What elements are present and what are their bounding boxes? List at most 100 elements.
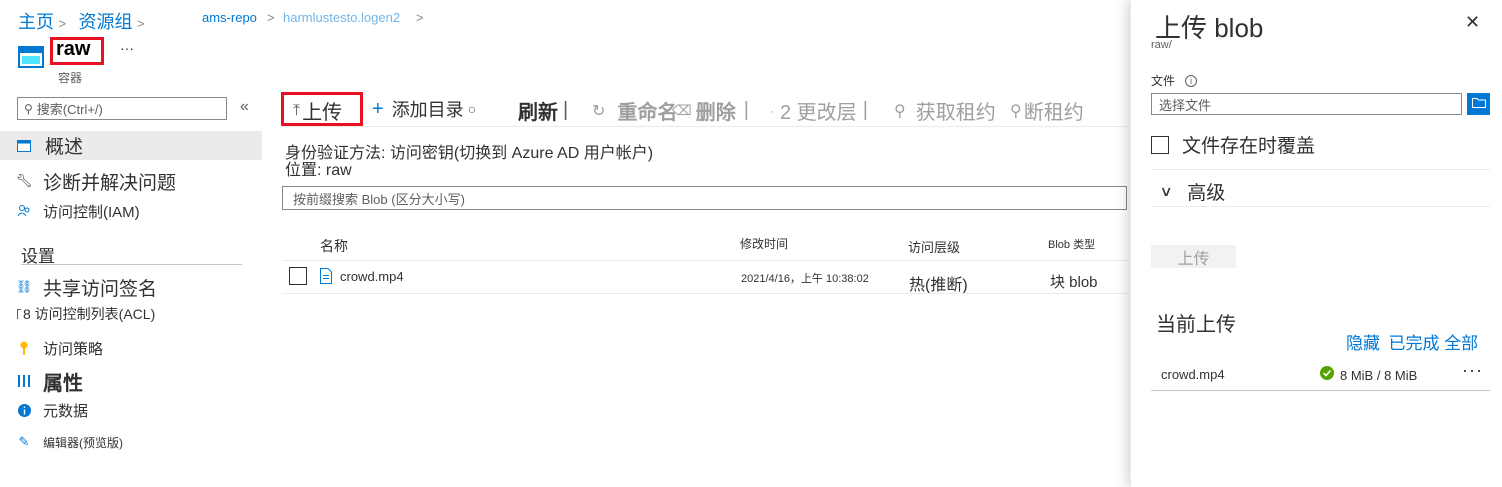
sidebar-search-placeholder: 搜索(Ctrl+/) bbox=[36, 102, 103, 117]
table-row[interactable]: crowd.mp4 2021/4/16，上午 10:38:02 热(推断) 块 … bbox=[282, 261, 1128, 294]
circle-icon: ○ bbox=[467, 101, 477, 117]
close-icon[interactable]: ✕ bbox=[1465, 12, 1480, 33]
info-icon bbox=[17, 403, 31, 417]
overwrite-checkbox[interactable] bbox=[1151, 135, 1169, 154]
sidebar-item-label: 概述 bbox=[45, 137, 84, 158]
change-tier-label: 2 更改层 bbox=[780, 102, 857, 124]
file-icon bbox=[320, 268, 332, 289]
sidebar-item-label: 元数据 bbox=[43, 402, 89, 420]
upload-blob-panel: 上传 blob ✕ raw/ 文件 i 选择文件 文件存在时覆盖 ∨ 高级 上传… bbox=[1130, 0, 1502, 487]
upload-submit-label: 上传 bbox=[1177, 250, 1210, 268]
upload-button[interactable]: ⤒ 上传 bbox=[293, 96, 342, 125]
link-icon: ⛓︎ bbox=[15, 279, 33, 294]
check-circle-icon bbox=[1320, 366, 1334, 385]
refresh-label: 刷新 bbox=[518, 102, 558, 124]
file-select-input[interactable]: 选择文件 bbox=[1151, 93, 1462, 115]
info-icon[interactable]: i bbox=[1185, 74, 1198, 87]
plus-icon: + bbox=[372, 97, 384, 120]
overwrite-checkbox-row[interactable]: 文件存在时覆盖 bbox=[1151, 131, 1315, 158]
sidebar-item-acl[interactable]: 8 访问控制列表(ACL) bbox=[17, 304, 155, 324]
sidebar-item-iam[interactable]: 访问控制(IAM) bbox=[17, 200, 140, 222]
file-select-placeholder: 选择文件 bbox=[1159, 97, 1212, 113]
rename-label: 重命名 bbox=[617, 102, 678, 124]
panel-divider bbox=[1151, 390, 1490, 391]
modified-time: 2021/4/16，上午 10:38:02 bbox=[741, 273, 869, 285]
breadcrumb-resource-group[interactable]: 资源组 bbox=[79, 12, 133, 32]
page-title: raw bbox=[56, 38, 91, 60]
breadcrumb-account[interactable]: harmlustesto.logen2 bbox=[283, 10, 400, 25]
delete-icon: ⌫ bbox=[672, 102, 692, 118]
add-directory-button[interactable]: + 添加目录 ○ bbox=[372, 96, 476, 122]
acl-icon bbox=[17, 309, 21, 319]
sidebar-item-properties[interactable]: 属性 bbox=[17, 368, 83, 395]
breadcrumb-separator: > bbox=[136, 16, 145, 31]
people-icon bbox=[17, 204, 31, 218]
column-header-modified[interactable]: 修改时间 bbox=[740, 235, 788, 252]
acquire-lease-button[interactable]: ⚲ 获取租约 bbox=[894, 96, 996, 125]
breadcrumb-separator: > bbox=[416, 10, 424, 25]
table-row-divider bbox=[282, 293, 1128, 294]
overwrite-label: 文件存在时覆盖 bbox=[1182, 136, 1316, 157]
advanced-label: 高级 bbox=[1187, 183, 1226, 204]
advanced-toggle[interactable]: ∨ 高级 bbox=[1159, 178, 1226, 205]
collapse-sidebar-button[interactable]: « bbox=[240, 98, 249, 116]
upload-item-status: 8 MiB / 8 MiB bbox=[1320, 366, 1417, 385]
sidebar-item-access-policy[interactable]: 访问策略 bbox=[17, 337, 103, 359]
file-name-link[interactable]: crowd.mp4 bbox=[340, 269, 404, 284]
upload-actions: 隐藏 已完成 全部 bbox=[1346, 329, 1478, 354]
sidebar-item-label: 8 访问控制列表(ACL) bbox=[23, 306, 156, 322]
upload-submit-button[interactable]: 上传 bbox=[1151, 245, 1236, 268]
toolbar-separator: | bbox=[743, 99, 749, 121]
pencil-icon: ✎ bbox=[18, 434, 30, 449]
lease-icon: ⚲ bbox=[894, 102, 906, 120]
breadcrumb-repo[interactable]: ams-repo bbox=[202, 10, 257, 25]
rename-button[interactable]: ↻ 重命名 bbox=[592, 96, 677, 125]
sidebar-item-diagnose[interactable]: 🔧︎ 诊断并解决问题 bbox=[16, 168, 177, 194]
chevron-down-icon: ∨ bbox=[1159, 183, 1173, 199]
change-tier-button[interactable]: · 2 更改层 | bbox=[770, 96, 868, 125]
container-icon bbox=[17, 139, 31, 153]
sidebar-item-editor[interactable]: ✎ 编辑器(预览版) bbox=[17, 432, 123, 452]
row-checkbox[interactable] bbox=[289, 267, 307, 285]
properties-icon bbox=[17, 374, 31, 388]
column-header-name[interactable]: 名称 bbox=[320, 236, 348, 256]
blob-type: 块 blob bbox=[1050, 274, 1098, 291]
toolbar-divider bbox=[282, 126, 1128, 127]
upload-item-name: crowd.mp4 bbox=[1161, 367, 1225, 382]
blob-search-input[interactable]: 按前缀搜索 Blob (区分大小写) bbox=[282, 186, 1127, 210]
panel-divider bbox=[1151, 169, 1490, 170]
breadcrumb-home[interactable]: 主页 bbox=[18, 12, 54, 32]
search-icon: ⚲ bbox=[24, 101, 33, 116]
file-label-row: 文件 i bbox=[1151, 72, 1198, 89]
break-lease-icon: ⚲ bbox=[1010, 102, 1022, 120]
sidebar-item-overview[interactable]: 概述 bbox=[0, 131, 262, 160]
refresh-button[interactable]: 刷新 | bbox=[518, 96, 568, 125]
sidebar-item-metadata[interactable]: 元数据 bbox=[17, 400, 88, 420]
dot-icon: · bbox=[770, 103, 774, 118]
add-directory-label: 添加目录 bbox=[391, 100, 464, 120]
container-icon bbox=[18, 46, 44, 68]
sidebar-item-label: 诊断并解决问题 bbox=[43, 172, 177, 194]
upload-label: 上传 bbox=[302, 102, 343, 124]
access-tier: 热(推断) bbox=[909, 277, 968, 294]
break-lease-label: 断租约 bbox=[1023, 102, 1084, 124]
column-header-tier[interactable]: 访问层级 bbox=[908, 237, 960, 256]
current-uploads-heading: 当前上传 bbox=[1156, 314, 1236, 336]
more-options-button[interactable]: ··· bbox=[120, 40, 134, 56]
column-header-blob-type[interactable]: Blob 类型 bbox=[1048, 236, 1095, 252]
hide-link[interactable]: 隐藏 bbox=[1346, 334, 1380, 353]
acquire-lease-label: 获取租约 bbox=[915, 102, 996, 124]
sidebar-search-input[interactable]: ⚲ 搜索(Ctrl+/) bbox=[17, 97, 227, 120]
sidebar-item-label: 共享访问签名 bbox=[43, 278, 158, 300]
upload-item-more-button[interactable]: ··· bbox=[1462, 360, 1483, 381]
key-icon bbox=[17, 341, 31, 355]
sidebar-item-sas[interactable]: ⛓︎ 共享访问签名 bbox=[15, 274, 158, 300]
sidebar-item-label: 访问控制(IAM) bbox=[43, 203, 140, 221]
page-subtitle: 容器 bbox=[58, 71, 83, 85]
browse-folder-button[interactable] bbox=[1467, 93, 1490, 115]
completed-all-link[interactable]: 已完成 全部 bbox=[1388, 334, 1478, 353]
breadcrumb-separator: > bbox=[58, 16, 67, 31]
delete-button[interactable]: ⌫ 删除 | bbox=[672, 96, 749, 125]
break-lease-button[interactable]: ⚲ 断租约 bbox=[1010, 96, 1084, 125]
toolbar-separator: | bbox=[862, 99, 868, 121]
